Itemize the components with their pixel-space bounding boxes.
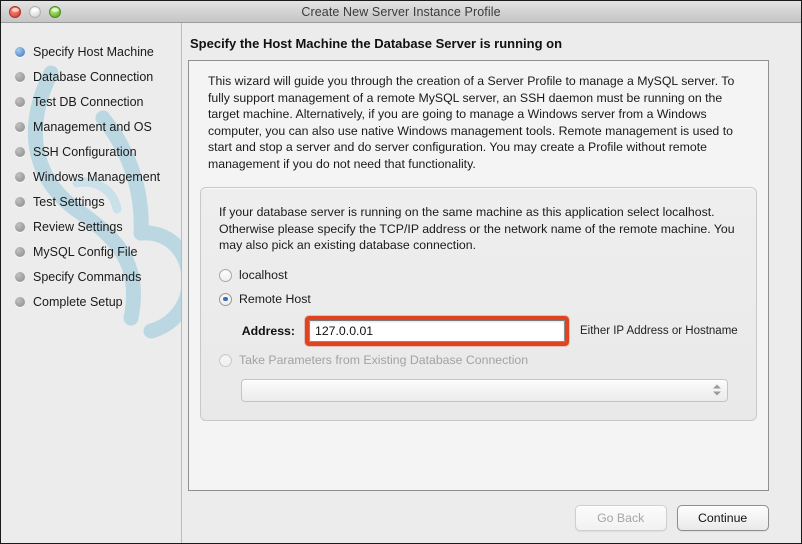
- sidebar-item-ssh-configuration[interactable]: SSH Configuration: [15, 139, 181, 164]
- radio-remote-host-icon[interactable]: [219, 292, 232, 306]
- title-bar: Create New Server Instance Profile: [1, 1, 801, 23]
- sidebar-item-database-connection[interactable]: Database Connection: [15, 64, 181, 89]
- step-label: Test DB Connection: [33, 94, 144, 109]
- step-list: Specify Host Machine Database Connection…: [1, 39, 181, 314]
- step-label: Specify Host Machine: [33, 44, 154, 59]
- wizard-window: Create New Server Instance Profile Speci…: [0, 0, 802, 544]
- sidebar-item-review-settings[interactable]: Review Settings: [15, 214, 181, 239]
- step-bullet-icon: [15, 71, 25, 82]
- step-label: Complete Setup: [33, 294, 123, 309]
- step-bullet-icon: [15, 46, 25, 57]
- minimize-button-icon[interactable]: [29, 5, 41, 18]
- sidebar-item-specify-commands[interactable]: Specify Commands: [15, 264, 181, 289]
- step-label: SSH Configuration: [33, 144, 137, 159]
- radio-option-localhost[interactable]: localhost: [219, 265, 738, 286]
- existing-connection-select[interactable]: [241, 378, 728, 402]
- step-label: MySQL Config File: [33, 244, 138, 259]
- wizard-steps-sidebar: Specify Host Machine Database Connection…: [1, 23, 182, 543]
- wizard-content: Specify the Host Machine the Database Se…: [182, 23, 801, 543]
- page-title: Specify the Host Machine the Database Se…: [190, 36, 563, 51]
- go-back-button[interactable]: Go Back: [574, 505, 667, 531]
- address-row: Address: Either IP Address or Hostname: [219, 315, 738, 346]
- sidebar-item-windows-management[interactable]: Windows Management: [15, 164, 181, 189]
- step-bullet-icon: [15, 196, 25, 207]
- sidebar-item-test-db-connection[interactable]: Test DB Connection: [15, 89, 181, 114]
- step-label: Database Connection: [33, 69, 154, 84]
- step-bullet-icon: [15, 121, 25, 132]
- sidebar-item-mysql-config-file[interactable]: MySQL Config File: [15, 239, 181, 264]
- address-input[interactable]: [309, 319, 565, 342]
- chevron-up-icon: [713, 384, 721, 389]
- sidebar-item-complete-setup[interactable]: Complete Setup: [15, 289, 181, 314]
- address-label: Address:: [241, 323, 295, 338]
- step-label: Specify Commands: [33, 269, 142, 284]
- sidebar-item-management-and-os[interactable]: Management and OS: [15, 114, 181, 139]
- step-bullet-icon: [15, 296, 25, 307]
- step-bullet-icon: [15, 146, 25, 157]
- window-body: Specify Host Machine Database Connection…: [1, 23, 801, 543]
- maximize-button-icon[interactable]: [49, 5, 61, 18]
- address-highlight-annotation: [305, 315, 569, 346]
- step-label: Management and OS: [33, 119, 152, 134]
- step-bullet-icon: [15, 96, 25, 107]
- radio-existing-connection-icon: [219, 353, 232, 367]
- step-bullet-icon: [15, 171, 25, 182]
- address-hint-label: Either IP Address or Hostname: [580, 324, 738, 337]
- host-selection-panel: If your database server is running on th…: [200, 187, 757, 421]
- intro-paragraph: This wizard will guide you through the c…: [208, 74, 735, 171]
- wizard-footer: Go Back Continue: [188, 499, 769, 543]
- radio-option-existing-connection: Take Parameters from Existing Database C…: [219, 350, 738, 371]
- step-label: Review Settings: [33, 219, 123, 234]
- step-bullet-icon: [15, 271, 25, 282]
- radio-localhost-icon[interactable]: [219, 268, 232, 282]
- continue-button[interactable]: Continue: [676, 505, 769, 531]
- radio-localhost-label: localhost: [239, 268, 288, 282]
- stepper-arrows-icon[interactable]: [713, 384, 721, 396]
- step-bullet-icon: [15, 246, 25, 257]
- chevron-down-icon: [713, 391, 721, 396]
- panel-description: If your database server is running on th…: [219, 205, 735, 252]
- radio-remote-host-label: Remote Host: [239, 292, 311, 306]
- step-bullet-icon: [15, 221, 25, 232]
- radio-option-remote-host[interactable]: Remote Host: [219, 289, 738, 310]
- sidebar-item-specify-host-machine[interactable]: Specify Host Machine: [15, 39, 181, 64]
- close-button-icon[interactable]: [9, 5, 21, 18]
- content-panel: This wizard will guide you through the c…: [188, 60, 769, 491]
- window-controls: [1, 5, 61, 18]
- window-title: Create New Server Instance Profile: [301, 4, 501, 19]
- sidebar-item-test-settings[interactable]: Test Settings: [15, 189, 181, 214]
- step-label: Test Settings: [33, 194, 105, 209]
- step-label: Windows Management: [33, 169, 161, 184]
- radio-existing-connection-label: Take Parameters from Existing Database C…: [239, 353, 529, 367]
- connection-select-row: [219, 378, 738, 402]
